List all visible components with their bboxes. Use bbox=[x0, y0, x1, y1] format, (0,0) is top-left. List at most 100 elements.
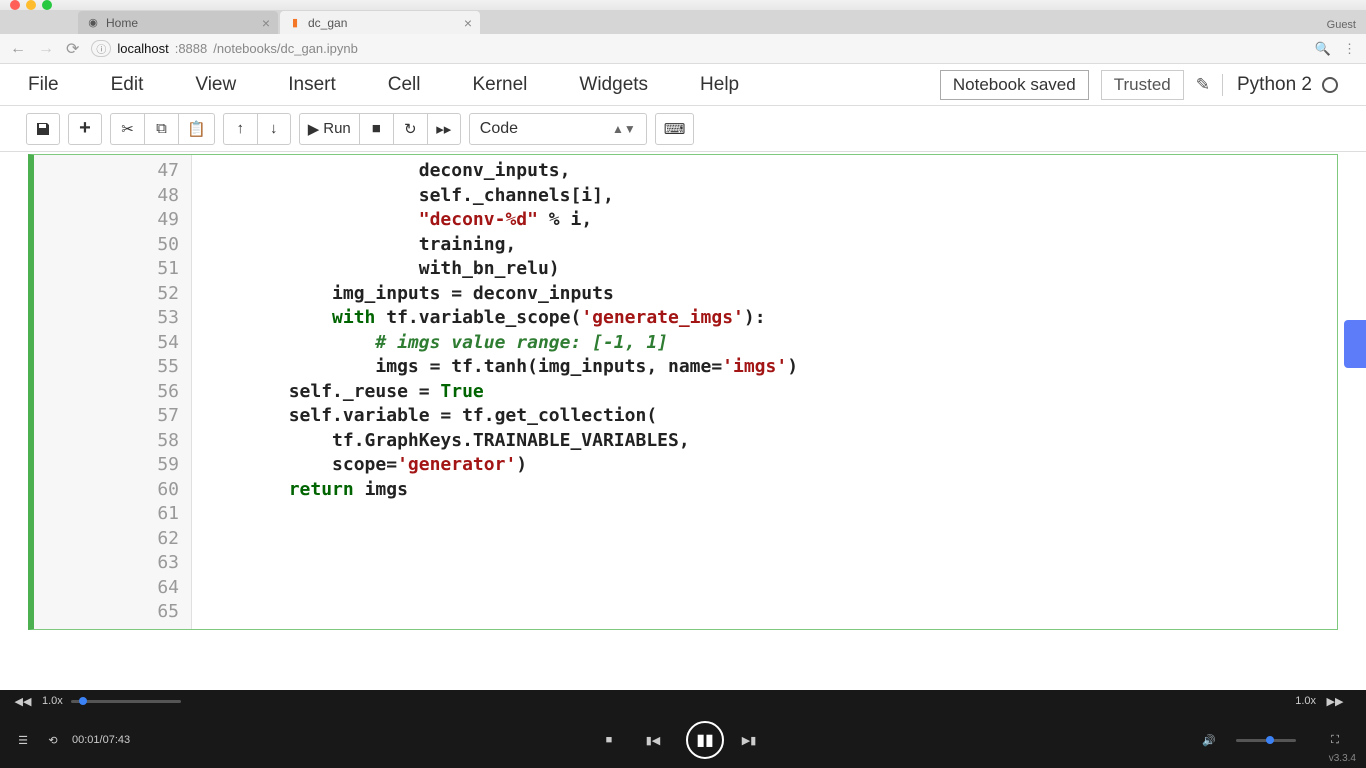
menu-help[interactable]: Help bbox=[700, 74, 739, 96]
cut-button[interactable]: ✂ bbox=[110, 113, 144, 145]
line-number: 63 bbox=[34, 551, 191, 576]
stop-icon[interactable]: ■ bbox=[598, 729, 620, 751]
line-number: 60 bbox=[34, 478, 191, 503]
tab-home[interactable]: ◉ Home × bbox=[78, 11, 278, 34]
menu-kernel[interactable]: Kernel bbox=[472, 74, 527, 96]
playlist-icon[interactable]: ☰ bbox=[12, 729, 34, 751]
jupyter-toolbar: + ✂ ⧉ 📋 ↑ ↓ ▶Run ■ ↻ ▸▸ Code ▲▼ ⌨ bbox=[0, 106, 1366, 152]
restart-run-all-button[interactable]: ▸▸ bbox=[427, 113, 461, 145]
code-line[interactable]: with tf.variable_scope('generate_imgs'): bbox=[202, 306, 1327, 331]
line-number-gutter: 47484950515253545556575859606162636465 bbox=[34, 155, 192, 629]
rewind-icon[interactable]: ◀◀ bbox=[12, 690, 34, 712]
speed-left: 1.0x bbox=[42, 695, 63, 707]
code-line[interactable]: self._reuse = True bbox=[202, 380, 1327, 405]
info-icon: ⓘ bbox=[91, 40, 111, 57]
menu-cell[interactable]: Cell bbox=[388, 74, 421, 96]
jupyter-icon: ◉ bbox=[86, 16, 100, 30]
notebook-icon: ▮ bbox=[288, 16, 302, 30]
fullscreen-icon[interactable]: ⛶ bbox=[1324, 729, 1346, 751]
loop-icon[interactable]: ⟲ bbox=[42, 729, 64, 751]
code-line[interactable]: return imgs bbox=[202, 478, 1327, 503]
chevron-updown-icon: ▲▼ bbox=[612, 122, 636, 136]
stop-button[interactable]: ■ bbox=[359, 113, 393, 145]
line-number: 50 bbox=[34, 233, 191, 258]
pause-button[interactable]: ▮▮ bbox=[686, 721, 724, 759]
paste-button[interactable]: 📋 bbox=[178, 113, 215, 145]
jupyter-menu-bar: File Edit View Insert Cell Kernel Widget… bbox=[0, 64, 1366, 106]
prev-track-icon[interactable]: ▮◀ bbox=[642, 729, 664, 751]
tab-title: dc_gan bbox=[308, 16, 347, 30]
code-line[interactable]: self.variable = tf.get_collection( bbox=[202, 404, 1327, 429]
volume-icon[interactable]: 🔊 bbox=[1198, 729, 1220, 751]
menu-widgets[interactable]: Widgets bbox=[579, 74, 648, 96]
address-bar: ← → ⟳ ⓘ localhost:8888/notebooks/dc_gan.… bbox=[0, 34, 1366, 64]
command-palette-button[interactable]: ⌨ bbox=[655, 113, 695, 145]
line-number: 61 bbox=[34, 502, 191, 527]
guest-label: Guest bbox=[1317, 16, 1366, 34]
menu-file[interactable]: File bbox=[28, 74, 59, 96]
close-icon[interactable]: × bbox=[262, 15, 270, 31]
time-display: 00:01/07:43 bbox=[72, 734, 130, 746]
code-editor[interactable]: deconv_inputs, self._channels[i], "decon… bbox=[192, 155, 1337, 629]
window-close-dot[interactable] bbox=[10, 0, 20, 10]
kernel-label: Python 2 bbox=[1237, 74, 1312, 96]
zoom-icon[interactable]: 🔍 bbox=[1315, 41, 1331, 57]
line-number: 64 bbox=[34, 576, 191, 601]
close-icon[interactable]: × bbox=[464, 15, 472, 31]
line-number: 48 bbox=[34, 184, 191, 209]
trusted-button[interactable]: Trusted bbox=[1101, 70, 1184, 100]
restart-button[interactable]: ↻ bbox=[393, 113, 427, 145]
volume-slider[interactable] bbox=[1236, 739, 1296, 742]
cell-type-select[interactable]: Code ▲▼ bbox=[469, 113, 647, 145]
version-label: v3.3.4 bbox=[1329, 753, 1356, 764]
menu-edit[interactable]: Edit bbox=[111, 74, 144, 96]
code-line[interactable]: img_inputs = deconv_inputs bbox=[202, 282, 1327, 307]
add-cell-button[interactable]: + bbox=[68, 113, 102, 145]
code-line[interactable]: training, bbox=[202, 233, 1327, 258]
tab-title: Home bbox=[106, 16, 138, 30]
next-track-icon[interactable]: ▶▮ bbox=[738, 729, 760, 751]
line-number: 51 bbox=[34, 257, 191, 282]
code-line[interactable]: "deconv-%d" % i, bbox=[202, 208, 1327, 233]
line-number: 56 bbox=[34, 380, 191, 405]
speed-right: 1.0x bbox=[1295, 695, 1316, 707]
move-up-button[interactable]: ↑ bbox=[223, 113, 257, 145]
window-max-dot[interactable] bbox=[42, 0, 52, 10]
menu-view[interactable]: View bbox=[195, 74, 236, 96]
line-number: 59 bbox=[34, 453, 191, 478]
line-number: 49 bbox=[34, 208, 191, 233]
move-down-button[interactable]: ↓ bbox=[257, 113, 291, 145]
line-number: 52 bbox=[34, 282, 191, 307]
save-button[interactable] bbox=[26, 113, 60, 145]
line-number: 58 bbox=[34, 429, 191, 454]
run-button[interactable]: ▶Run bbox=[299, 113, 359, 145]
line-number: 65 bbox=[34, 600, 191, 625]
code-line[interactable]: imgs = tf.tanh(img_inputs, name='imgs') bbox=[202, 355, 1327, 380]
line-number: 55 bbox=[34, 355, 191, 380]
forward-button[interactable]: → bbox=[38, 40, 54, 58]
side-panel-handle[interactable] bbox=[1344, 320, 1366, 368]
code-line[interactable]: with_bn_relu) bbox=[202, 257, 1327, 282]
menu-insert[interactable]: Insert bbox=[288, 74, 336, 96]
back-button[interactable]: ← bbox=[10, 40, 26, 58]
code-cell[interactable]: 47484950515253545556575859606162636465 d… bbox=[28, 154, 1338, 630]
copy-button[interactable]: ⧉ bbox=[144, 113, 178, 145]
url-path: /notebooks/dc_gan.ipynb bbox=[213, 41, 358, 56]
menu-icon[interactable]: ⋮ bbox=[1343, 41, 1356, 57]
window-min-dot[interactable] bbox=[26, 0, 36, 10]
speed-slider-left[interactable] bbox=[71, 700, 181, 703]
line-number: 53 bbox=[34, 306, 191, 331]
edit-icon[interactable]: ✎ bbox=[1196, 75, 1210, 95]
code-line[interactable]: self._channels[i], bbox=[202, 184, 1327, 209]
fastforward-icon[interactable]: ▶▶ bbox=[1324, 690, 1346, 712]
video-progress-bar[interactable]: ◀◀ 1.0x 1.0x ▶▶ bbox=[0, 690, 1366, 712]
code-line[interactable]: # imgs value range: [-1, 1] bbox=[202, 331, 1327, 356]
code-line[interactable]: tf.GraphKeys.TRAINABLE_VARIABLES, bbox=[202, 429, 1327, 454]
reload-button[interactable]: ⟳ bbox=[66, 39, 79, 59]
tab-dc-gan[interactable]: ▮ dc_gan × bbox=[280, 11, 480, 34]
code-line[interactable]: scope='generator') bbox=[202, 453, 1327, 478]
code-line[interactable]: deconv_inputs, bbox=[202, 159, 1327, 184]
kernel-indicator: Python 2 bbox=[1222, 74, 1338, 96]
url-field[interactable]: ⓘ localhost:8888/notebooks/dc_gan.ipynb bbox=[91, 40, 1302, 57]
cell-type-value: Code bbox=[480, 120, 518, 138]
